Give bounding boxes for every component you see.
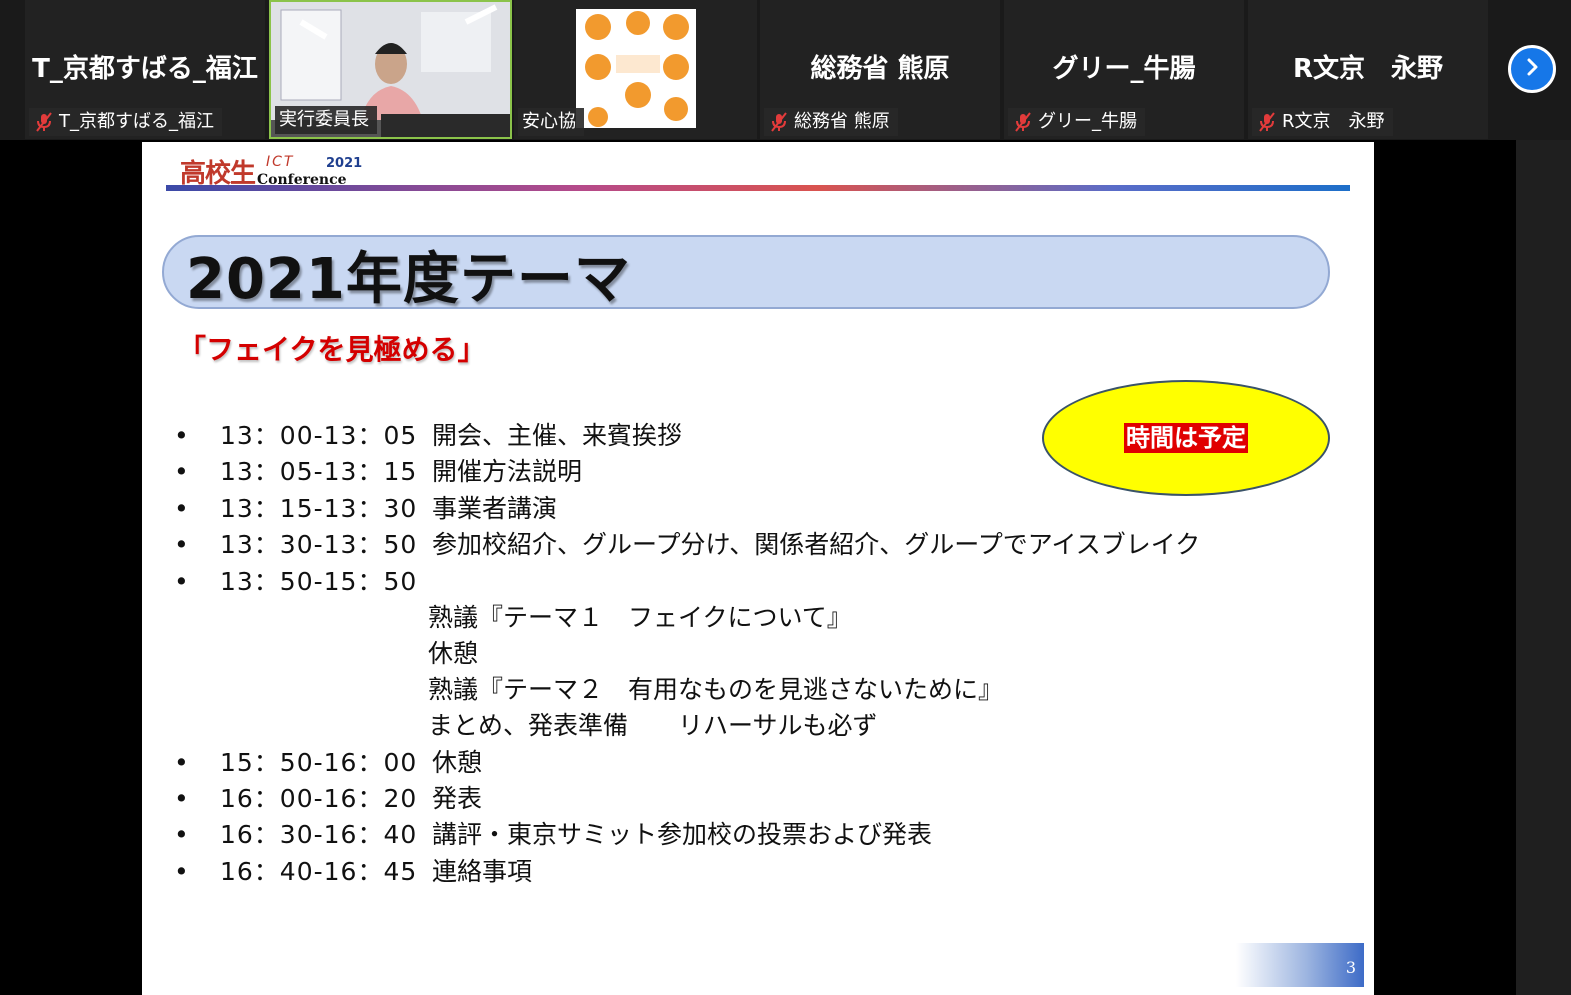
participant-label: 安心協 [522, 111, 576, 132]
participant-name-bar: T_京都すばる_福江 [29, 108, 222, 136]
participant-label: 総務省 熊原 [794, 111, 890, 132]
bullet: • [174, 748, 189, 777]
mic-off-icon [768, 111, 790, 133]
agenda-time: 13：30-13：50 [220, 530, 418, 559]
participant-strip: T_京都すばる_福江 T_京都すばる_福江 実行委員長 安心協 総務省 熊原 総… [0, 0, 1571, 140]
agenda-time: 15：50-16：00 [220, 748, 418, 777]
organization-logo [576, 9, 696, 128]
slide-subtitle: 「フェイクを見極める」 [178, 333, 486, 366]
bullet: • [174, 784, 189, 813]
participant-name-bar: R文京 永野 [1252, 108, 1393, 136]
agenda-description: 連絡事項 [432, 857, 533, 886]
bullet: • [174, 567, 189, 596]
agenda-description: 事業者講演 [432, 494, 558, 523]
page-number: 3 [1345, 958, 1356, 977]
schedule-note: 時間は予定 [1124, 423, 1248, 453]
participant-name-bar: 実行委員長 [275, 106, 377, 134]
agenda-description: 参加校紹介、グループ分け、関係者紹介、グループでアイスブレイク [432, 530, 1201, 559]
bullet: • [174, 820, 189, 849]
participant-name-large: グリー_牛腸 [1052, 54, 1196, 84]
bullet: • [174, 457, 189, 486]
agenda-time: 13：05-13：15 [220, 457, 418, 486]
participant-tile[interactable]: T_京都すばる_福江 T_京都すばる_福江 [25, 0, 265, 139]
header-divider [166, 185, 1350, 191]
agenda-time: 13：00-13：05 [220, 421, 418, 450]
agenda-time: 16：30-16：40 [220, 820, 418, 849]
conference-logo: 高校生 ICT 2021 Conference [180, 150, 362, 190]
agenda-time: 13：15-13：30 [220, 494, 418, 523]
logo-ict: ICT [266, 154, 295, 170]
participant-name-large: 総務省 熊原 [810, 54, 950, 84]
agenda-sub-text: 休憩 [428, 639, 479, 668]
agenda-sub-text: 熟議『テーマ１ フェイクについて』 [428, 603, 852, 632]
agenda-time: 16：40-16：45 [220, 857, 418, 886]
agenda-time: 13：50-15：50 [220, 567, 418, 596]
schedule-note-bubble: 時間は予定 [1042, 380, 1330, 496]
agenda-description: 開催方法説明 [432, 457, 583, 486]
logo-year: 2021 [326, 156, 363, 171]
agenda-description: 開会、主催、来賓挨拶 [432, 421, 683, 450]
bullet: • [174, 421, 189, 450]
participant-tile-active-speaker[interactable]: 実行委員長 [269, 0, 512, 139]
participant-tile[interactable]: 安心協 [514, 0, 757, 139]
slide-title: 2021年度テーマ [186, 247, 631, 312]
participant-name-large: T_京都すばる_福江 [32, 54, 258, 84]
participant-name-bar: 安心協 [518, 108, 584, 136]
agenda-description: 講評・東京サミット参加校の投票および発表 [432, 820, 933, 849]
participant-name-bar: グリー_牛腸 [1008, 108, 1145, 136]
participant-name-bar: 総務省 熊原 [764, 108, 898, 136]
page-number-box [1236, 943, 1364, 987]
chevron-right-icon [1521, 56, 1543, 82]
participant-tile[interactable]: グリー_牛腸 グリー_牛腸 [1004, 0, 1244, 139]
agenda-sub-text: 熟議『テーマ２ 有用なものを見逃さないために』 [428, 675, 1004, 704]
mic-off-icon [1256, 111, 1278, 133]
participant-label: グリー_牛腸 [1038, 111, 1137, 132]
agenda-description: 休憩 [432, 748, 483, 777]
mic-off-icon [33, 111, 55, 133]
bullet: • [174, 494, 189, 523]
participant-tile[interactable]: R文京 永野 R文京 永野 [1248, 0, 1488, 139]
agenda-sub-text: まとめ、発表準備 リハーサルも必ず [428, 711, 878, 740]
participant-label: T_京都すばる_福江 [59, 111, 214, 132]
mic-off-icon [1012, 111, 1034, 133]
next-participants-button[interactable] [1508, 45, 1556, 93]
agenda-description: 発表 [432, 784, 483, 813]
participant-tile[interactable]: 総務省 熊原 総務省 熊原 [760, 0, 1000, 139]
participant-label: 実行委員長 [279, 109, 369, 130]
presentation-slide: 高校生 ICT 2021 Conference 2021年度テーマ 「フェイクを… [142, 142, 1374, 995]
participant-label: R文京 永野 [1282, 111, 1385, 132]
agenda-time: 16：00-16：20 [220, 784, 418, 813]
right-gutter [1516, 140, 1571, 995]
participant-name-large: R文京 永野 [1292, 54, 1444, 84]
bullet: • [174, 530, 189, 559]
bullet: • [174, 857, 189, 886]
